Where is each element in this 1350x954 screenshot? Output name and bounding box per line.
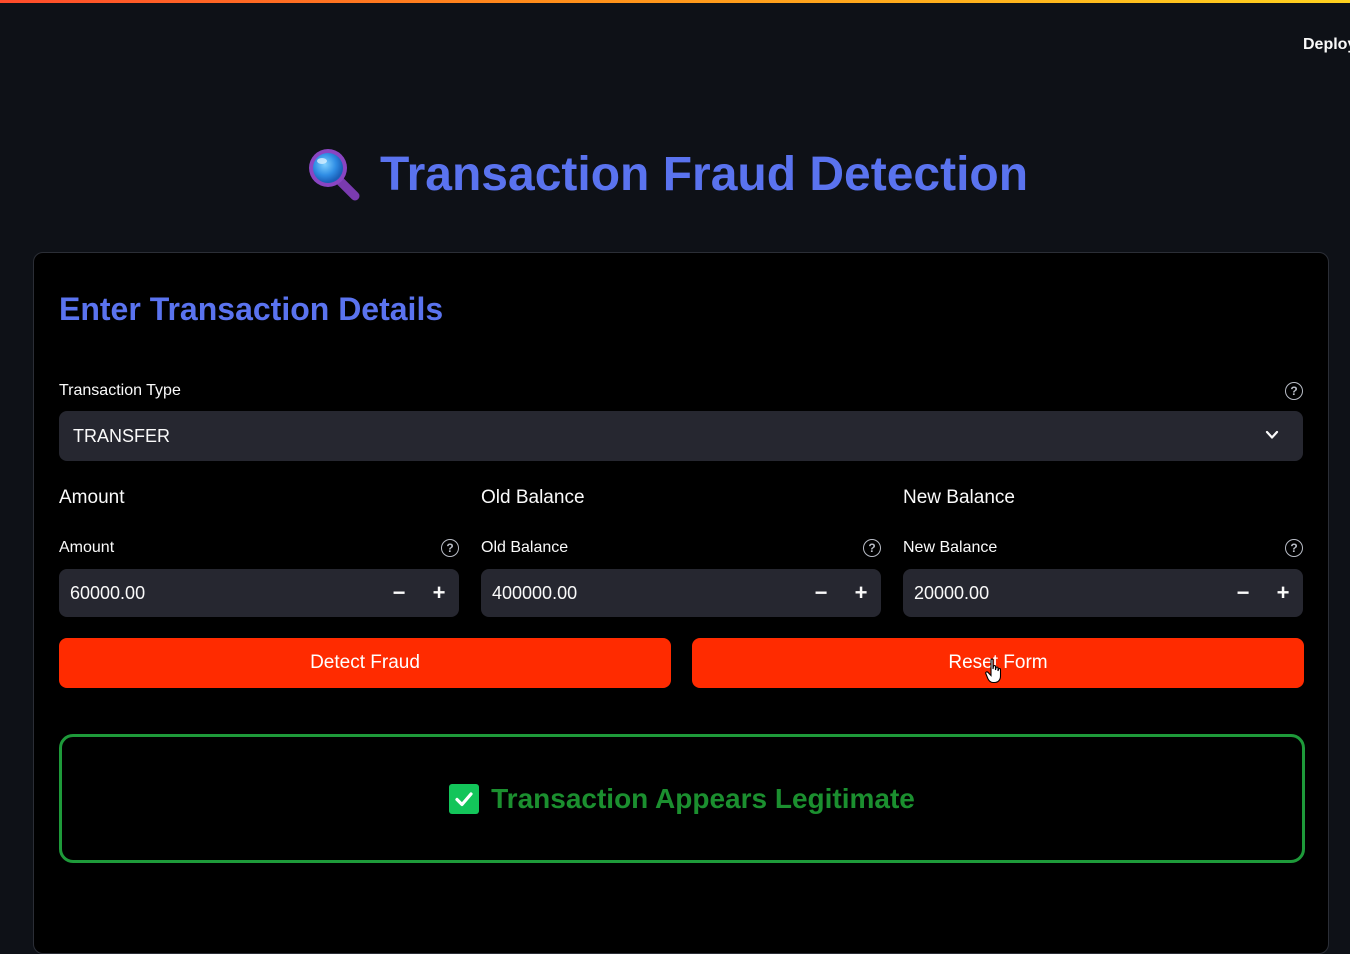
check-mark-icon <box>449 783 480 814</box>
help-icon[interactable]: ? <box>441 539 459 557</box>
deploy-button[interactable]: Deploy <box>1303 36 1350 54</box>
increment-button[interactable]: + <box>419 569 459 617</box>
top-decoration-stripe <box>0 0 1350 3</box>
old-balance-heading: Old Balance <box>481 487 585 508</box>
amount-value[interactable]: 60000.00 <box>70 583 379 604</box>
decrement-button[interactable]: − <box>801 569 841 617</box>
new-balance-label: New Balance <box>903 539 998 556</box>
help-icon[interactable]: ? <box>863 539 881 557</box>
increment-button[interactable]: + <box>1263 569 1303 617</box>
amount-input[interactable]: 60000.00 − + <box>59 569 459 617</box>
decrement-button[interactable]: − <box>1223 569 1263 617</box>
chevron-down-icon <box>1265 428 1279 442</box>
new-balance-input[interactable]: 20000.00 − + <box>903 569 1303 617</box>
transaction-form-card: Enter Transaction Details Transaction Ty… <box>33 252 1329 954</box>
transaction-type-label: Transaction Type <box>59 382 181 399</box>
transaction-type-value: TRANSFER <box>73 425 171 446</box>
decrement-button[interactable]: − <box>379 569 419 617</box>
increment-button[interactable]: + <box>841 569 881 617</box>
result-message: Transaction Appears Legitimate <box>491 782 915 814</box>
page-title: Transaction Fraud Detection <box>0 143 1330 205</box>
hand-pointer-icon <box>985 658 1003 684</box>
result-banner: Transaction Appears Legitimate <box>59 734 1305 863</box>
old-balance-value[interactable]: 400000.00 <box>492 583 801 604</box>
old-balance-label: Old Balance <box>481 539 569 556</box>
new-balance-value[interactable]: 20000.00 <box>914 583 1223 604</box>
help-icon[interactable]: ? <box>1285 539 1303 557</box>
amount-heading: Amount <box>59 487 125 508</box>
old-balance-input[interactable]: 400000.00 − + <box>481 569 881 617</box>
page-title-text: Transaction Fraud Detection <box>379 147 1029 201</box>
amount-label: Amount <box>59 539 115 556</box>
new-balance-heading: New Balance <box>903 487 1015 508</box>
section-title: Enter Transaction Details <box>59 291 444 327</box>
magnifying-glass-icon <box>302 143 364 205</box>
detect-fraud-button[interactable]: Detect Fraud <box>59 638 671 688</box>
transaction-type-select[interactable]: TRANSFER <box>59 411 1303 461</box>
help-icon[interactable]: ? <box>1285 382 1303 400</box>
